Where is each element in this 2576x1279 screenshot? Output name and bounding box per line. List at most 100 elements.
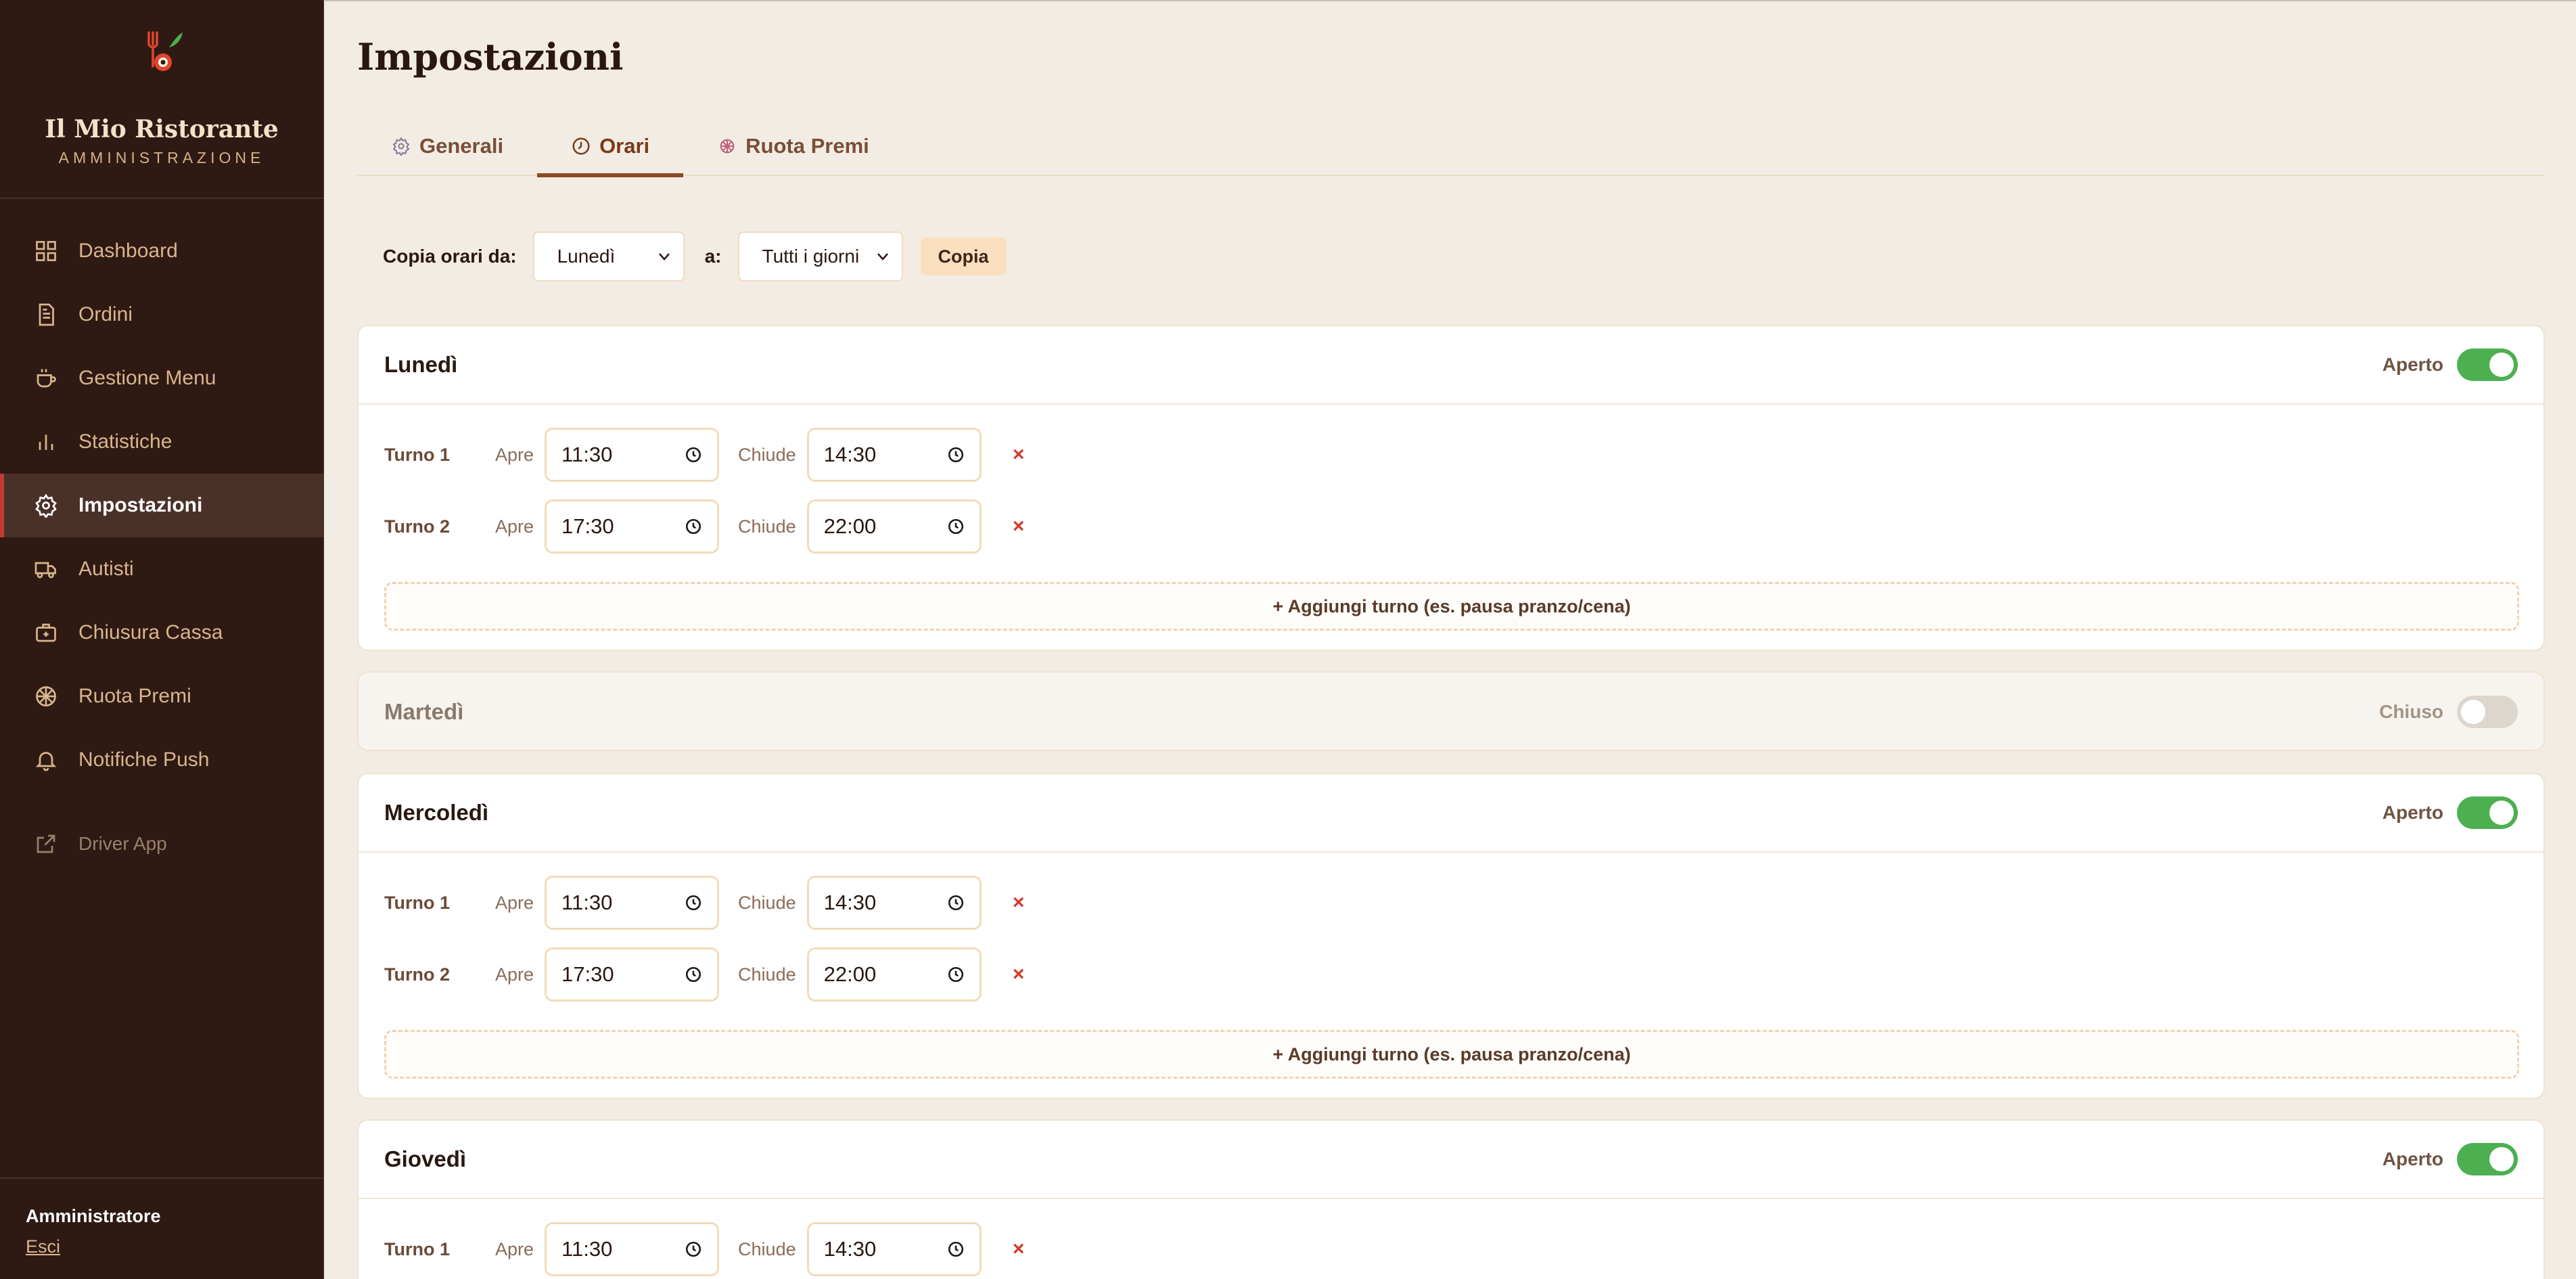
- user-name: Amministratore: [26, 1206, 161, 1226]
- remove-shift-button[interactable]: ×: [1009, 515, 1029, 538]
- open-time-value: 11:30: [561, 443, 613, 466]
- open-time-input[interactable]: 17:30: [545, 499, 720, 554]
- sidebar-item-label: Notifiche Push: [78, 748, 210, 771]
- close-time-label: Chiude: [738, 892, 796, 913]
- open-time-value: 11:30: [561, 891, 613, 914]
- sidebar-item-statistiche[interactable]: Statistiche: [0, 410, 324, 474]
- open-toggle[interactable]: [2457, 696, 2518, 728]
- close-time-value: 22:00: [823, 514, 877, 538]
- close-time-value: 14:30: [823, 443, 877, 466]
- bell-icon: [34, 748, 58, 772]
- wheel-icon: [34, 684, 58, 709]
- shift-label: Turno 2: [384, 516, 450, 537]
- day-header: Mercoledì Aperto: [359, 774, 2544, 853]
- copy-to-label: a:: [704, 246, 722, 267]
- open-time-input[interactable]: 11:30: [545, 876, 720, 930]
- tab-ruota-premi[interactable]: Ruota Premi: [683, 116, 903, 176]
- settings-tabs: Generali Orari Ruota Premi: [357, 116, 2545, 177]
- sidebar-item-label: Gestione Menu: [78, 367, 216, 389]
- truck-icon: [34, 557, 58, 581]
- add-shift-button[interactable]: + Aggiungi turno (es. pausa pranzo/cena): [384, 1030, 2519, 1079]
- close-time-label: Chiude: [738, 1238, 796, 1259]
- close-time-input[interactable]: 14:30: [806, 1222, 982, 1276]
- tab-orari[interactable]: Orari: [537, 116, 684, 177]
- open-time-label: Apre: [495, 1238, 534, 1259]
- remove-shift-button[interactable]: ×: [1009, 963, 1029, 986]
- open-time-input[interactable]: 11:30: [545, 428, 720, 482]
- document-icon: [34, 302, 58, 327]
- cash-register-icon: [34, 621, 58, 645]
- sidebar-item-chiusura-cassa[interactable]: Chiusura Cassa: [0, 601, 324, 665]
- day-status: Chiuso: [2379, 696, 2518, 728]
- sidebar-item-notifiche-push[interactable]: Notifiche Push: [0, 728, 324, 792]
- logout-link[interactable]: Esci: [26, 1236, 60, 1257]
- tab-label: Ruota Premi: [745, 134, 869, 158]
- day-header: Martedì Chiuso: [359, 673, 2544, 751]
- clock-icon: [571, 136, 591, 156]
- close-time-input[interactable]: 22:00: [806, 499, 982, 554]
- brand: Il Mio Ristorante AMMINISTRAZIONE: [0, 0, 323, 199]
- day-card-lunedi: Lunedì Aperto Turno 1 Apre 11:30 Chiude …: [357, 325, 2545, 651]
- open-time-label: Apre: [495, 964, 534, 985]
- clock-icon: [948, 447, 963, 463]
- add-shift-button[interactable]: + Aggiungi turno (es. pausa pranzo/cena): [384, 582, 2519, 631]
- tab-label: Orari: [599, 134, 650, 158]
- gear-icon: [34, 493, 58, 518]
- clock-icon: [948, 895, 963, 911]
- copy-to-select[interactable]: Tutti i giorni: [737, 231, 903, 282]
- day-status: Aperto: [2383, 796, 2518, 829]
- sidebar-item-label: Chiusura Cassa: [78, 621, 223, 644]
- open-time-input[interactable]: 11:30: [545, 1222, 720, 1276]
- clock-icon: [948, 1241, 963, 1257]
- close-time-label: Chiude: [738, 964, 796, 985]
- open-time-value: 17:30: [561, 514, 614, 538]
- status-label: Chiuso: [2379, 701, 2443, 722]
- close-time-label: Chiude: [738, 444, 796, 465]
- open-time-label: Apre: [495, 516, 534, 537]
- copy-from-value: Lunedì: [557, 246, 616, 267]
- sidebar-item-label: Ordini: [78, 303, 133, 326]
- day-status: Aperto: [2383, 349, 2518, 381]
- clock-icon: [948, 518, 963, 535]
- day-status: Aperto: [2383, 1143, 2518, 1175]
- copy-button[interactable]: Copia: [920, 238, 1007, 275]
- open-toggle[interactable]: [2457, 349, 2518, 381]
- sidebar-item-dashboard[interactable]: Dashboard: [0, 219, 324, 283]
- close-time-input[interactable]: 22:00: [806, 947, 982, 1002]
- clock-icon: [948, 966, 963, 983]
- day-card-giovedi: Giovedì Aperto Turno 1 Apre 11:30 Chiude…: [357, 1119, 2545, 1279]
- sidebar-item-autisti[interactable]: Autisti: [0, 537, 324, 601]
- sidebar-item-label: Driver App: [78, 833, 167, 854]
- day-name: Mercoledì: [384, 800, 489, 825]
- day-header: Giovedì Aperto: [359, 1121, 2544, 1199]
- sidebar-item-driver-app[interactable]: Driver App: [0, 812, 324, 876]
- close-time-value: 14:30: [823, 1237, 877, 1261]
- wheel-icon: [717, 136, 737, 156]
- sidebar-item-gestione-menu[interactable]: Gestione Menu: [0, 346, 324, 410]
- open-toggle[interactable]: [2457, 796, 2518, 829]
- sidebar-item-impostazioni[interactable]: Impostazioni: [0, 474, 324, 537]
- remove-shift-button[interactable]: ×: [1009, 891, 1029, 914]
- day-name: Martedì: [384, 699, 464, 724]
- day-card-mercoledi: Mercoledì Aperto Turno 1 Apre 11:30 Chiu…: [357, 773, 2545, 1099]
- open-toggle[interactable]: [2457, 1143, 2518, 1175]
- bar-chart-icon: [34, 430, 58, 454]
- gear-icon: [391, 136, 411, 156]
- day-card-martedi: Martedì Chiuso: [357, 671, 2545, 751]
- remove-shift-button[interactable]: ×: [1009, 1238, 1029, 1261]
- open-time-input[interactable]: 17:30: [545, 947, 720, 1002]
- coffee-cup-icon: [34, 366, 58, 390]
- sidebar-item-ordini[interactable]: Ordini: [0, 283, 324, 346]
- close-time-value: 22:00: [823, 962, 877, 986]
- shift-row: Turno 1 Apre 11:30 Chiude 14:30 ×: [384, 876, 1029, 930]
- tab-generali[interactable]: Generali: [357, 116, 537, 176]
- day-name: Lunedì: [384, 352, 458, 377]
- close-time-input[interactable]: 14:30: [806, 428, 982, 482]
- close-time-input[interactable]: 14:30: [806, 876, 982, 930]
- sidebar-item-ruota-premi[interactable]: Ruota Premi: [0, 665, 324, 728]
- remove-shift-button[interactable]: ×: [1009, 443, 1029, 466]
- copy-from-select[interactable]: Lunedì: [532, 231, 685, 282]
- sidebar-item-label: Dashboard: [78, 240, 178, 262]
- shift-label: Turno 1: [384, 1238, 450, 1259]
- copy-to-value: Tutti i giorni: [762, 246, 860, 267]
